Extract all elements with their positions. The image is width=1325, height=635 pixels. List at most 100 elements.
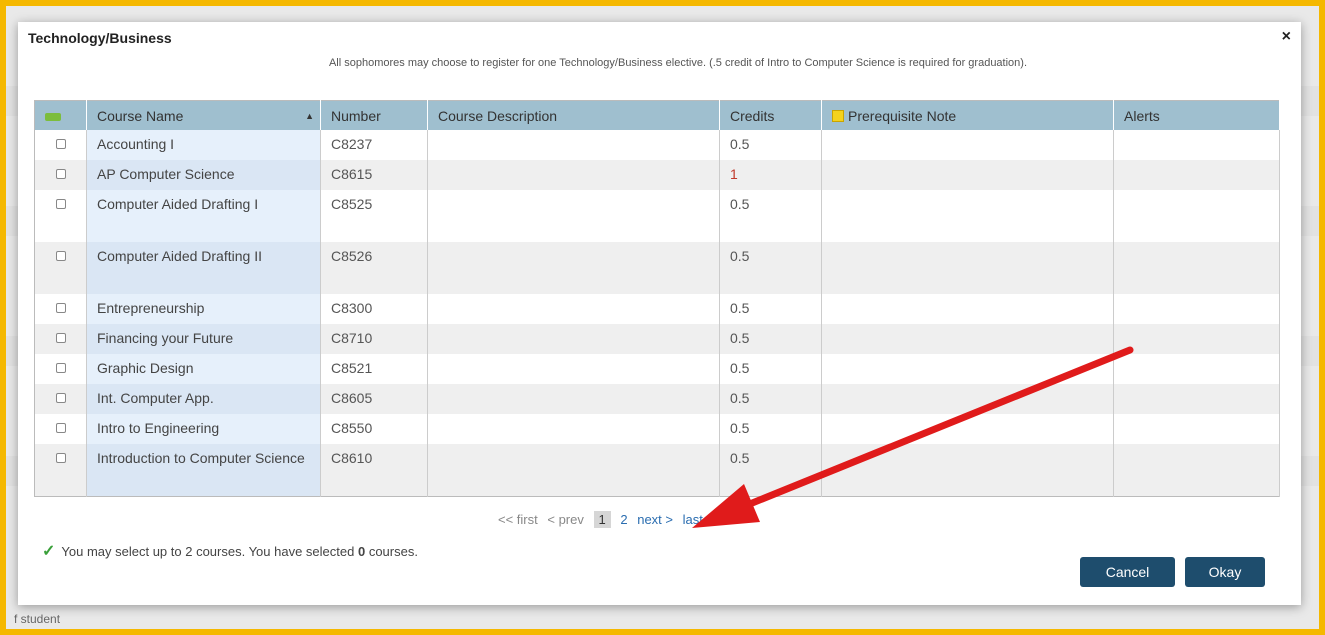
row-checkbox[interactable]	[55, 333, 66, 343]
table-row: AP Computer Science C8615 1	[34, 160, 1280, 190]
course-alerts-cell	[1113, 160, 1280, 190]
table-row: Intro to Engineering C8550 0.5	[34, 414, 1280, 444]
course-name-cell: Intro to Engineering	[86, 414, 321, 444]
row-select-cell[interactable]	[34, 324, 87, 354]
pager-prev-link[interactable]: < prev	[547, 512, 584, 527]
course-note-cell	[821, 414, 1114, 444]
selection-status: ✓ You may select up to 2 courses. You hav…	[42, 543, 418, 560]
row-select-cell[interactable]	[34, 384, 87, 414]
course-number-cell: C8237	[320, 130, 428, 160]
column-header-number[interactable]: Number	[320, 100, 428, 130]
course-number-cell: C8525	[320, 190, 428, 242]
course-note-cell	[821, 242, 1114, 294]
course-credits-cell: 0.5	[719, 190, 822, 242]
pager-page-2-link[interactable]: 2	[620, 512, 627, 527]
table-row: Entrepreneurship C8300 0.5	[34, 294, 1280, 324]
course-number-cell: C8550	[320, 414, 428, 444]
row-select-cell[interactable]	[34, 354, 87, 384]
table-row: Computer Aided Drafting I C8525 0.5	[34, 190, 1280, 242]
row-checkbox[interactable]	[55, 251, 66, 261]
course-name-cell: Financing your Future	[86, 324, 321, 354]
course-number-cell: C8605	[320, 384, 428, 414]
row-checkbox[interactable]	[55, 169, 66, 179]
course-alerts-cell	[1113, 294, 1280, 324]
course-note-cell	[821, 160, 1114, 190]
pagination: << first < prev 1 2 next > last >>	[498, 511, 728, 528]
row-select-cell[interactable]	[34, 444, 87, 497]
course-credits-cell: 0.5	[719, 130, 822, 160]
table-row: Graphic Design C8521 0.5	[34, 354, 1280, 384]
column-header-prerequisite-note[interactable]: Prerequisite Note	[821, 100, 1114, 130]
background-footer-text: f student	[14, 612, 61, 626]
pager-first-link[interactable]: << first	[498, 512, 538, 527]
course-description-cell	[427, 414, 720, 444]
course-credits-cell: 1	[719, 160, 822, 190]
row-select-cell[interactable]	[34, 414, 87, 444]
table-header-row: Course Name ▲ Number Course Description C…	[34, 100, 1280, 130]
course-name-cell: Int. Computer App.	[86, 384, 321, 414]
course-name-cell: Computer Aided Drafting I	[86, 190, 321, 242]
course-name-cell: Graphic Design	[86, 354, 321, 384]
course-description-cell	[427, 294, 720, 324]
table-row: Int. Computer App. C8605 0.5	[34, 384, 1280, 414]
course-note-cell	[821, 444, 1114, 497]
row-checkbox[interactable]	[55, 139, 66, 149]
course-alerts-cell	[1113, 324, 1280, 354]
table-row: Financing your Future C8710 0.5	[34, 324, 1280, 354]
table-row: Accounting I C8237 0.5	[34, 130, 1280, 160]
course-alerts-cell	[1113, 190, 1280, 242]
course-description-cell	[427, 160, 720, 190]
pager-next-link[interactable]: next >	[637, 512, 673, 527]
column-header-credits[interactable]: Credits	[719, 100, 822, 130]
check-all-icon[interactable]	[45, 112, 61, 121]
row-checkbox[interactable]	[55, 199, 66, 209]
course-number-cell: C8710	[320, 324, 428, 354]
row-select-cell[interactable]	[34, 242, 87, 294]
course-number-cell: C8526	[320, 242, 428, 294]
course-description-cell	[427, 384, 720, 414]
row-checkbox[interactable]	[55, 393, 66, 403]
row-select-cell[interactable]	[34, 294, 87, 324]
note-icon	[832, 109, 844, 122]
course-note-cell	[821, 384, 1114, 414]
course-credits-cell: 0.5	[719, 414, 822, 444]
okay-button[interactable]: Okay	[1185, 557, 1265, 587]
row-select-cell[interactable]	[34, 130, 87, 160]
sort-ascending-icon[interactable]: ▲	[305, 111, 314, 121]
course-description-cell	[427, 242, 720, 294]
course-name-cell: Computer Aided Drafting II	[86, 242, 321, 294]
row-checkbox[interactable]	[55, 453, 66, 463]
row-select-cell[interactable]	[34, 190, 87, 242]
course-alerts-cell	[1113, 354, 1280, 384]
checkmark-icon: ✓	[42, 543, 56, 560]
column-header-alerts[interactable]: Alerts	[1113, 100, 1280, 130]
course-note-cell	[821, 190, 1114, 242]
row-checkbox[interactable]	[55, 303, 66, 313]
course-credits-cell: 0.5	[719, 242, 822, 294]
column-header-course-name[interactable]: Course Name ▲	[86, 100, 321, 130]
course-name-cell: AP Computer Science	[86, 160, 321, 190]
pager-last-link[interactable]: last >>	[683, 512, 722, 527]
course-alerts-cell	[1113, 414, 1280, 444]
course-name-cell: Entrepreneurship	[86, 294, 321, 324]
table-row: Introduction to Computer Science C8610 0.5	[34, 444, 1280, 497]
course-note-cell	[821, 354, 1114, 384]
row-checkbox[interactable]	[55, 423, 66, 433]
course-credits-cell: 0.5	[719, 444, 822, 497]
row-checkbox[interactable]	[55, 363, 66, 373]
row-select-cell[interactable]	[34, 160, 87, 190]
select-all-header[interactable]	[34, 100, 87, 130]
course-selection-dialog: Technology/Business × All sophomores may…	[18, 22, 1301, 605]
pager-current-page: 1	[593, 511, 611, 528]
cancel-button[interactable]: Cancel	[1080, 557, 1175, 587]
course-alerts-cell	[1113, 384, 1280, 414]
column-header-description[interactable]: Course Description	[427, 100, 720, 130]
close-icon[interactable]: ×	[1282, 28, 1291, 46]
course-number-cell: C8300	[320, 294, 428, 324]
course-number-cell: C8521	[320, 354, 428, 384]
course-description-cell	[427, 324, 720, 354]
course-credits-cell: 0.5	[719, 294, 822, 324]
course-description-cell	[427, 354, 720, 384]
course-name-cell: Introduction to Computer Science	[86, 444, 321, 497]
course-description-cell	[427, 444, 720, 497]
